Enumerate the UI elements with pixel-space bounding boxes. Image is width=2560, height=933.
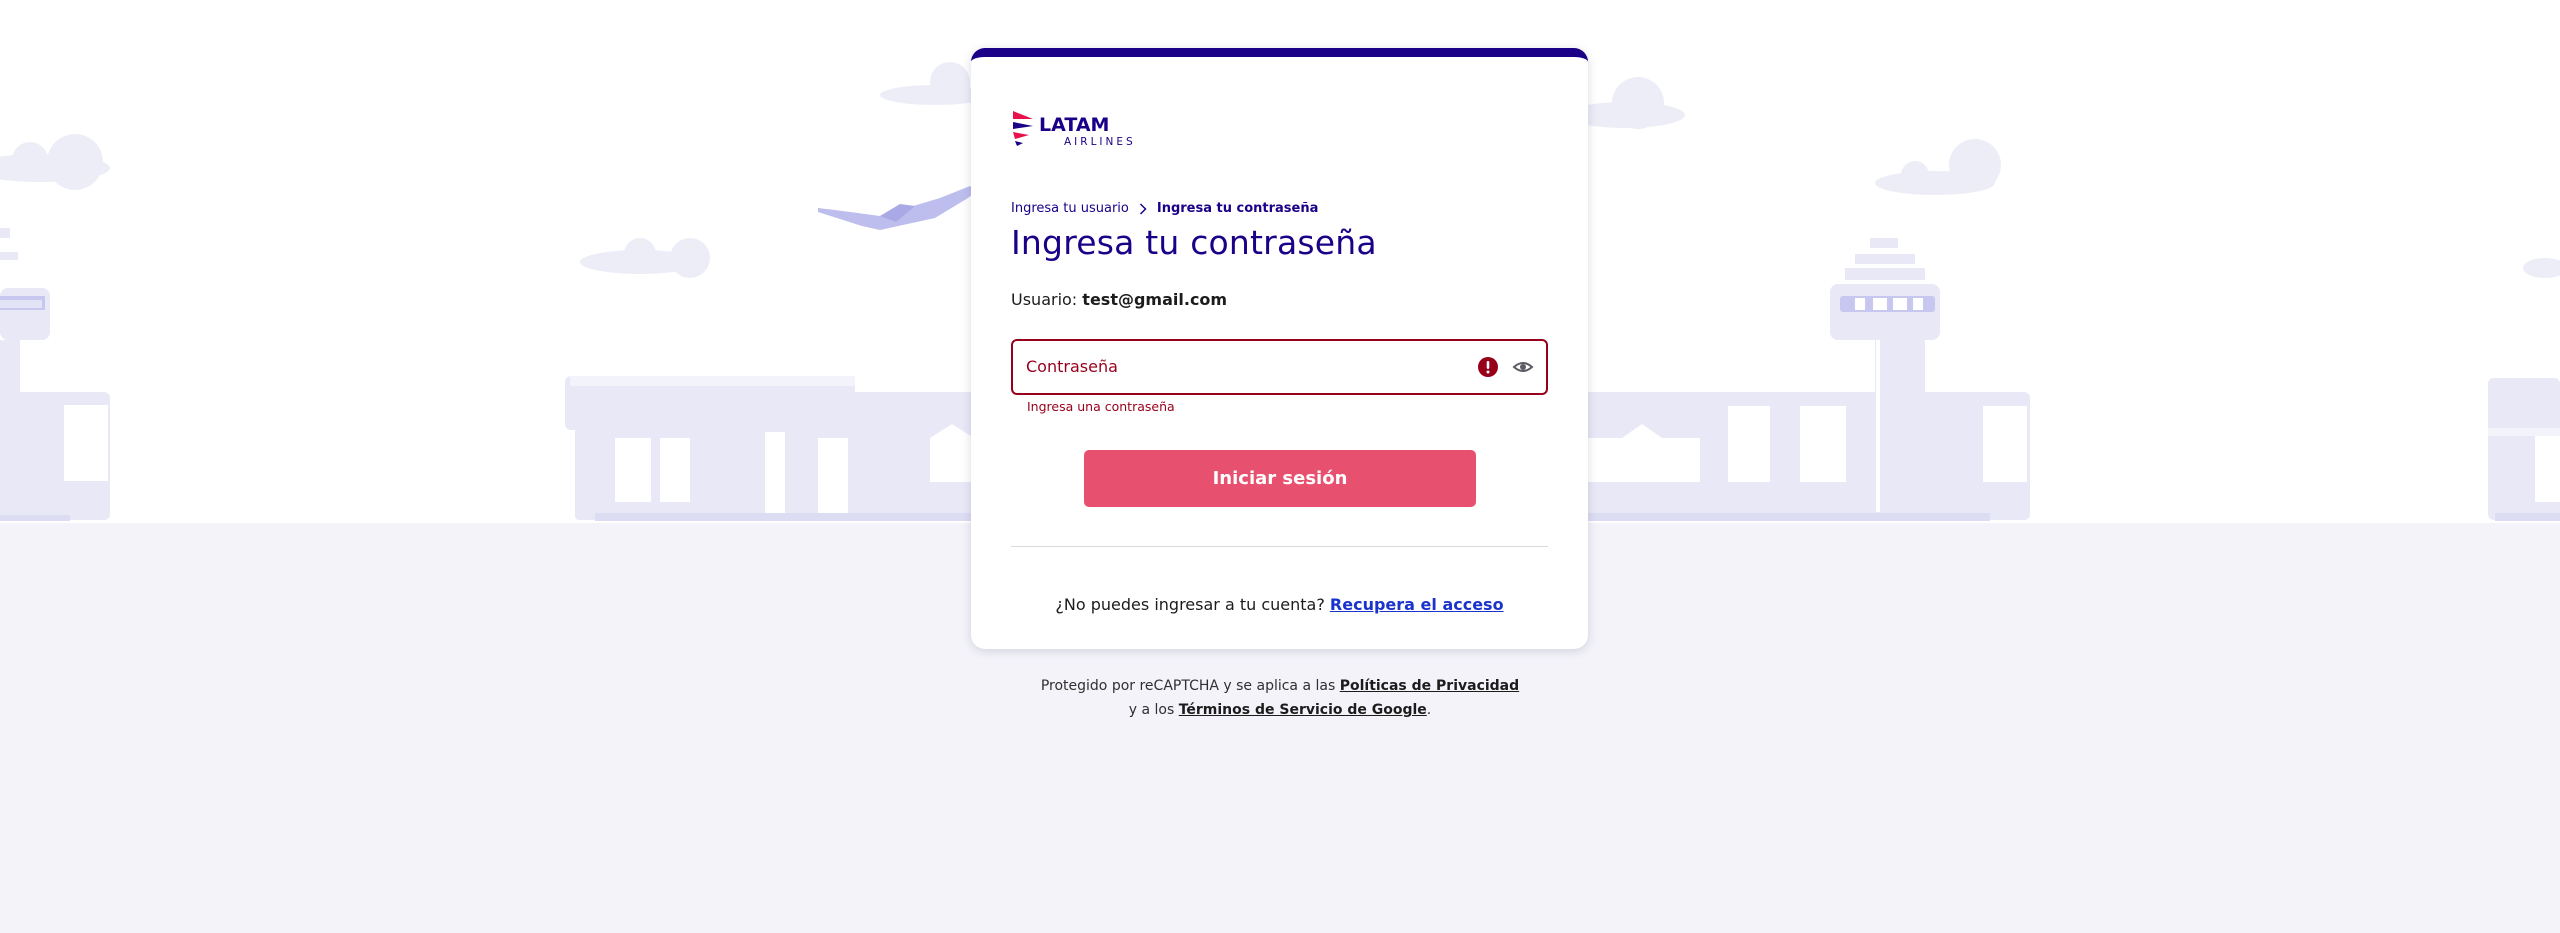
breadcrumb-step-user[interactable]: Ingresa tu usuario (1011, 201, 1129, 216)
eye-icon[interactable] (1512, 357, 1534, 377)
user-email: test@gmail.com (1082, 290, 1228, 309)
page-title: Ingresa tu contraseña (1011, 223, 1377, 262)
breadcrumb: Ingresa tu usuario Ingresa tu contraseña (1011, 201, 1318, 216)
recaptcha-prefix: Protegido por reCAPTCHA y se aplica a la… (1040, 678, 1336, 694)
password-input[interactable] (1013, 341, 1457, 395)
svg-text:AIRLINES: AIRLINES (1064, 136, 1135, 147)
user-label: Usuario: (1011, 290, 1078, 309)
login-button[interactable]: Iniciar sesión (1084, 450, 1476, 507)
login-card: LATAM AIRLINES Ingresa tu usuario Ingres… (971, 48, 1588, 649)
recaptcha-middle: y a los (1128, 702, 1175, 718)
chevron-right-icon (1139, 202, 1147, 215)
password-error-message: Ingresa una contraseña (1027, 399, 1175, 414)
error-icon (1478, 357, 1498, 377)
airplane-icon (818, 186, 974, 230)
recover-access: ¿No puedes ingresar a tu cuenta? Recuper… (971, 595, 1588, 614)
user-info: Usuario: test@gmail.com (1011, 290, 1227, 309)
recover-access-link[interactable]: Recupera el acceso (1330, 595, 1504, 614)
latam-logo[interactable]: LATAM AIRLINES (1011, 109, 1135, 151)
password-field[interactable]: Contraseña (1011, 339, 1548, 395)
divider (1011, 546, 1548, 547)
svg-text:LATAM: LATAM (1039, 114, 1109, 136)
privacy-policy-link[interactable]: Políticas de Privacidad (1340, 678, 1519, 694)
recaptcha-suffix: . (1426, 702, 1432, 718)
latam-logo-icon: LATAM AIRLINES (1013, 111, 1135, 148)
terms-of-service-link[interactable]: Términos de Servicio de Google (1179, 702, 1427, 718)
recover-text: ¿No puedes ingresar a tu cuenta? (1055, 595, 1325, 614)
breadcrumb-step-password: Ingresa tu contraseña (1156, 201, 1319, 216)
recaptcha-notice: Protegido por reCAPTCHA y se aplica a la… (1040, 674, 1520, 722)
